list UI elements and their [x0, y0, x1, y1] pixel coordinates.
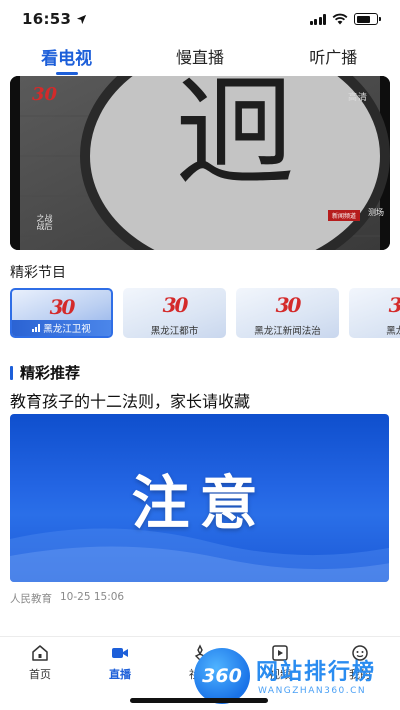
status-time: 16:53 [22, 10, 87, 28]
video-player[interactable]: 迥 30 高清 战后之战 新闻频道 测场 [10, 76, 390, 250]
top-tabs: 看电视 慢直播 听广播 [0, 40, 400, 72]
channel-logo-text: 30 [32, 84, 58, 105]
status-icons [309, 13, 381, 25]
bottom-nav-divider [0, 636, 400, 637]
section-accent-bar [10, 365, 13, 380]
article-title[interactable]: 教育孩子的十二法则，家长请收藏 [10, 388, 250, 412]
channel-mark: 30 [49, 295, 76, 319]
nav-home[interactable]: 首页 [0, 644, 80, 684]
status-time-text: 16:53 [22, 10, 72, 28]
video-camera-icon [112, 648, 128, 658]
status-bar: 16:53 [0, 0, 400, 38]
recommend-title: 精彩推荐 [20, 364, 81, 382]
location-arrow-icon [77, 14, 87, 24]
recommend-header: 精彩推荐 [10, 362, 80, 383]
channel-card-heilongjiang-city[interactable]: 30 黑龙江都市 [123, 288, 226, 338]
channel-label: 黑龙江卫视 [12, 320, 111, 336]
video-frame: 迥 [10, 76, 390, 250]
article-source: 人民教育 [10, 593, 52, 605]
home-indicator[interactable] [130, 698, 268, 703]
channel-card-heilongjiang-more[interactable]: 30 黑龙江 [349, 288, 400, 338]
nav-live[interactable]: 直播 [80, 644, 160, 684]
tab-slow-live[interactable]: 慢直播 [140, 40, 260, 68]
cover-text: 注意 [131, 469, 268, 537]
tab-radio[interactable]: 听广播 [273, 40, 393, 68]
channel-label: 黑龙江新闻法治 [254, 326, 321, 337]
channel-mark: 30 [275, 293, 302, 317]
channel-mark: 30 [388, 293, 400, 317]
channel-card-heilongjiang-news-law[interactable]: 30 黑龙江新闻法治 [236, 288, 339, 338]
cellular-signal-icon [309, 13, 326, 25]
tab-watch-tv[interactable]: 看电视 [7, 40, 127, 69]
channel-badge-side: 测场 [368, 208, 384, 217]
home-icon [32, 645, 48, 661]
channel-label: 黑龙江都市 [150, 326, 199, 337]
hd-label: 高清 [347, 93, 368, 103]
video-caption: 战后之战 [36, 214, 53, 230]
article-meta: 人民教育 10-25 15:06 [10, 591, 124, 606]
battery-icon [354, 13, 381, 25]
programs-title: 精彩节目 [10, 265, 66, 281]
nav-live-label: 直播 [109, 668, 131, 681]
channel-badge: 新闻频道 [328, 210, 361, 221]
watermark-url: WANGZHAN360.CN [258, 686, 367, 696]
live-bars-icon [32, 324, 41, 332]
channel-logo: 30 [32, 84, 62, 106]
svg-text:迥: 迥 [175, 76, 295, 203]
article-time: 10-25 15:06 [60, 591, 125, 603]
watermark-badge: 360 [194, 648, 250, 704]
watermark-title: 网站排行榜 [256, 660, 377, 685]
channel-card-heilongjiang-tv[interactable]: 30 黑龙江卫视 [10, 288, 113, 338]
channel-list: 30 黑龙江卫视 30 黑龙江都市 30 黑龙江新闻法治 30 黑龙江 [10, 288, 400, 338]
wifi-icon [332, 13, 348, 25]
channel-label-text: 黑龙江卫视 [43, 324, 91, 335]
article-cover-image[interactable]: 注意 [10, 414, 389, 582]
channel-label: 黑龙江 [386, 326, 400, 337]
channel-mark: 30 [162, 293, 189, 317]
nav-home-label: 首页 [29, 668, 51, 681]
